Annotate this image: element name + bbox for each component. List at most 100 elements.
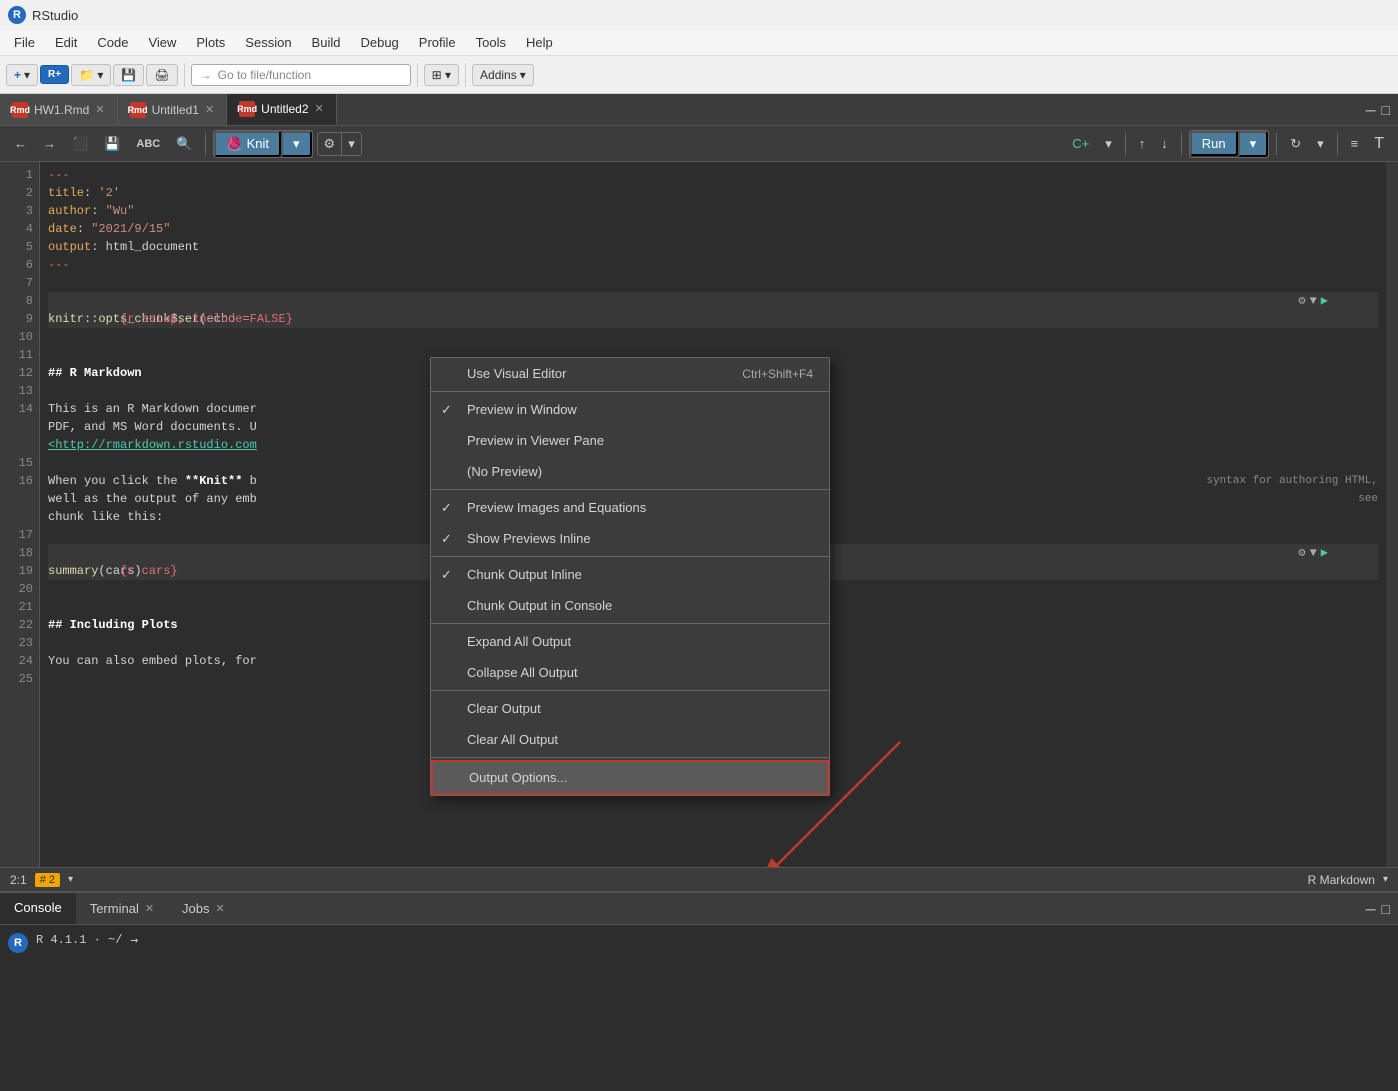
ctx-preview-images[interactable]: ✓ Preview Images and Equations [431, 492, 829, 523]
toolbar-sep-3 [465, 63, 466, 87]
ctx-sep-1 [431, 391, 829, 392]
go-down-button[interactable]: ↓ [1155, 133, 1174, 154]
maximize-bottom-button[interactable]: □ [1382, 901, 1390, 917]
ctx-use-visual-editor[interactable]: Use Visual Editor Ctrl+Shift+F4 [431, 358, 829, 389]
hw1rmd-icon: Rmd [12, 102, 28, 118]
go-up-button[interactable]: ↑ [1133, 133, 1152, 154]
jobs-tab-label: Jobs [182, 901, 209, 916]
chunk-settings-icon[interactable]: ⚙ [1298, 292, 1305, 310]
knit-dropdown[interactable]: ▾ [281, 131, 312, 157]
menu-build[interactable]: Build [302, 33, 351, 52]
ctx-show-previews-inline-label: Show Previews Inline [467, 531, 591, 546]
jobs-tab-close[interactable]: ✕ [216, 902, 225, 915]
ctx-chunk-output-inline[interactable]: ✓ Chunk Output Inline [431, 559, 829, 590]
run-above-icon-2[interactable]: ▼ [1310, 544, 1317, 562]
editor-scrollbar[interactable] [1386, 162, 1398, 867]
ctx-clear-all-output[interactable]: Clear All Output [431, 724, 829, 755]
toolbar-sep-2 [417, 63, 418, 87]
ctx-preview-in-viewer-label: Preview in Viewer Pane [467, 433, 604, 448]
forward-button[interactable]: → [37, 133, 62, 154]
tab-untitled1[interactable]: Rmd Untitled1 ✕ [118, 94, 228, 125]
code-line-1: --- [48, 166, 1378, 184]
chunk-settings-icon-2[interactable]: ⚙ [1298, 544, 1305, 562]
terminal-tab-close[interactable]: ✕ [145, 902, 154, 915]
tab-untitled2-close[interactable]: ✕ [315, 102, 324, 115]
knit-button[interactable]: 🧶 Knit [214, 131, 281, 157]
add-chunk-button[interactable]: C+ [1066, 133, 1095, 154]
print-button[interactable]: 🖨 [146, 64, 177, 86]
code-editor[interactable]: 1 2 3 4 5 6 7 8 9 10 11 12 13 14 14 14 1… [0, 162, 1398, 867]
back-button[interactable]: ← [8, 133, 33, 154]
tab-untitled1-close[interactable]: ✕ [205, 103, 214, 116]
layout-button[interactable]: ⊞ ▾ [424, 64, 459, 86]
ctx-sep-2 [431, 489, 829, 490]
settings-dropdown[interactable]: ▾ [342, 133, 361, 155]
spell-check-button[interactable]: ABC [130, 135, 166, 153]
ctx-preview-in-viewer[interactable]: Preview in Viewer Pane [431, 425, 829, 456]
compile-button[interactable]: T [1368, 132, 1390, 156]
maximize-editor-button[interactable]: □ [1382, 102, 1390, 118]
run-chunk-icon-2[interactable]: ▶ [1321, 544, 1328, 562]
minimize-bottom-button[interactable]: ─ [1366, 901, 1376, 917]
find-button[interactable]: 🔍 [170, 133, 198, 155]
menu-code[interactable]: Code [87, 33, 138, 52]
ctx-no-preview[interactable]: (No Preview) [431, 456, 829, 487]
menu-file[interactable]: File [4, 33, 45, 52]
ctx-collapse-all-output[interactable]: Collapse All Output [431, 657, 829, 688]
untitled1-icon: Rmd [130, 102, 146, 118]
menu-tools[interactable]: Tools [466, 33, 516, 52]
open-file-button[interactable]: 📁 ▾ [71, 64, 111, 86]
ctx-expand-all-output[interactable]: Expand All Output [431, 626, 829, 657]
bottom-tab-terminal[interactable]: Terminal ✕ [76, 893, 168, 924]
settings-button[interactable]: ⚙ [318, 133, 343, 155]
goto-bar[interactable]: → Go to file/function [191, 64, 411, 86]
menu-profile[interactable]: Profile [409, 33, 466, 52]
run-button[interactable]: Run [1190, 131, 1238, 156]
ctx-use-visual-editor-label: Use Visual Editor [467, 366, 566, 381]
menu-view[interactable]: View [138, 33, 186, 52]
language-dropdown[interactable]: ▾ [1383, 874, 1388, 885]
ed-sep-3 [1181, 133, 1182, 155]
app-icon: R [8, 6, 26, 24]
ctx-collapse-all-output-label: Collapse All Output [467, 665, 578, 680]
rerun-button[interactable]: ↻ [1284, 133, 1307, 155]
ctx-output-options[interactable]: Output Options... [431, 760, 829, 795]
save-button[interactable]: 💾 [113, 64, 144, 86]
ctx-clear-output[interactable]: Clear Output [431, 693, 829, 724]
menu-debug[interactable]: Debug [350, 33, 408, 52]
run-label: Run [1202, 136, 1226, 151]
ctx-chunk-output-console[interactable]: Chunk Output in Console [431, 590, 829, 621]
minimize-editor-button[interactable]: ─ [1366, 102, 1376, 118]
format-button[interactable]: ≡ [1345, 133, 1365, 154]
run-chunk-icon[interactable]: ▶ [1321, 292, 1328, 310]
save-editor-button[interactable]: 💾 [98, 133, 126, 155]
code-line-6: --- [48, 256, 1378, 274]
tab-untitled2[interactable]: Rmd Untitled2 ✕ [227, 94, 337, 125]
tab-hw1rmd[interactable]: Rmd HW1.Rmd ✕ [0, 94, 118, 125]
number-dropdown[interactable]: ▾ [68, 874, 73, 885]
code-line-2: title: '2' [48, 184, 1378, 202]
menu-session[interactable]: Session [235, 33, 301, 52]
rerun-dropdown[interactable]: ▾ [1311, 133, 1330, 155]
new-file-button[interactable]: + ▾ [6, 64, 38, 86]
new-script-button[interactable]: R+ [40, 65, 69, 84]
tab-hw1rmd-close[interactable]: ✕ [95, 103, 104, 116]
bottom-tab-console[interactable]: Console [0, 893, 76, 924]
show-in-window-button[interactable]: ⬛ [66, 133, 94, 155]
menu-plots[interactable]: Plots [186, 33, 235, 52]
bottom-tab-jobs[interactable]: Jobs ✕ [168, 893, 239, 924]
menu-edit[interactable]: Edit [45, 33, 87, 52]
ctx-preview-in-window[interactable]: ✓ Preview in Window [431, 394, 829, 425]
number-label: # 2 [35, 873, 60, 887]
ctx-show-previews-inline[interactable]: ✓ Show Previews Inline [431, 523, 829, 554]
ctx-check-preview-images: ✓ [441, 500, 452, 516]
run-dropdown[interactable]: ▾ [1238, 131, 1269, 157]
addins-button[interactable]: Addins ▾ [472, 64, 534, 86]
add-chunk-dropdown[interactable]: ▾ [1099, 133, 1118, 155]
ctx-sep-6 [431, 757, 829, 758]
tab-hw1rmd-label: HW1.Rmd [34, 103, 89, 117]
menu-help[interactable]: Help [516, 33, 563, 52]
knit-label: Knit [247, 136, 269, 151]
run-above-icon[interactable]: ▼ [1310, 292, 1317, 310]
ctx-check-show-previews: ✓ [441, 531, 452, 547]
